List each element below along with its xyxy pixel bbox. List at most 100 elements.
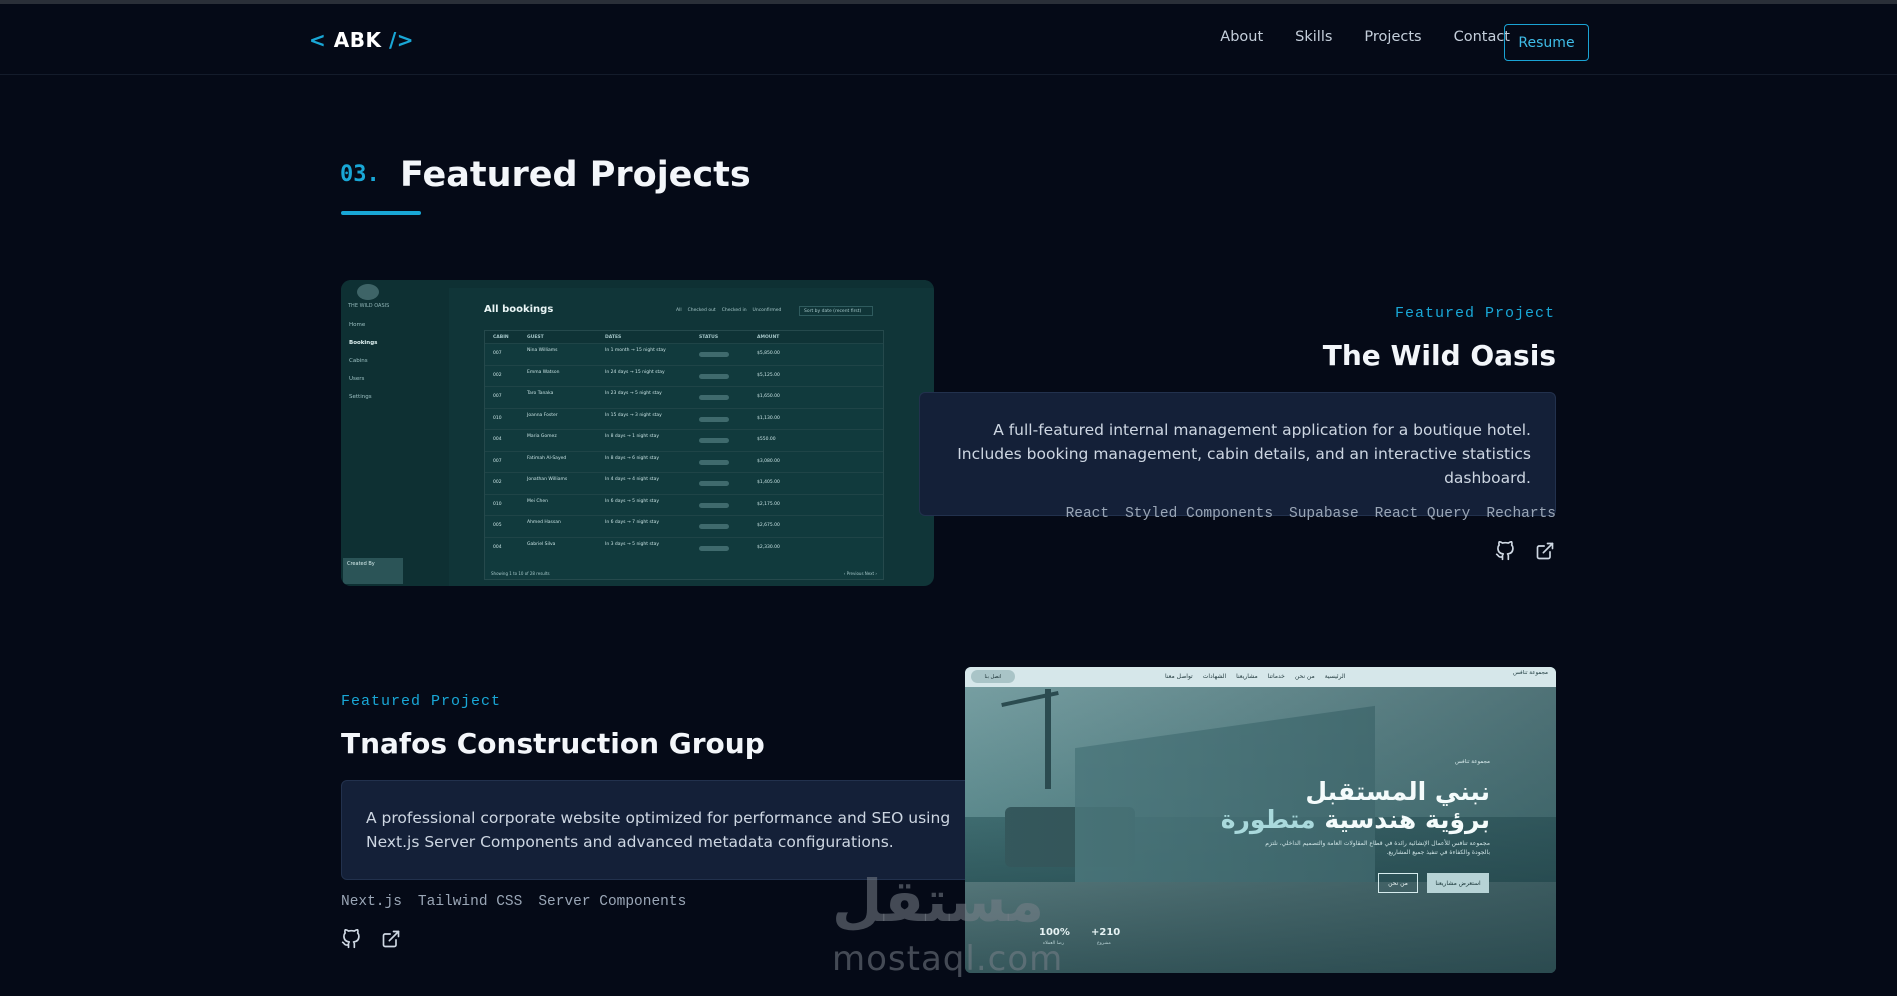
booking-dates: In 1 month → 15 night stay: [605, 348, 666, 353]
project-links: [1495, 541, 1555, 561]
logo-bracket-open: <: [309, 28, 327, 52]
booking-amount: $5,850.00: [757, 351, 780, 356]
booking-status-badge: [699, 502, 729, 508]
booking-cabin: 007: [493, 458, 502, 464]
booking-row: 007 Nina Williams In 1 month → 15 night st…: [485, 343, 883, 364]
booking-guest: Taro Tanaka: [527, 391, 554, 396]
site-nav-item: الشهادات: [1202, 673, 1227, 680]
booking-amount: $3,080.00: [757, 458, 780, 464]
booking-dates: In 3 days → 5 night stay: [605, 541, 659, 547]
section-title: Featured Projects: [400, 155, 751, 195]
project-screenshot-tnafos[interactable]: اتصل بنا تواصل معنا الشهادات مشاريعنا خد…: [965, 667, 1556, 973]
resume-button[interactable]: Resume: [1504, 24, 1589, 61]
tag: Supabase: [1289, 506, 1359, 522]
booking-amount: $1,405.00: [757, 480, 780, 485]
booking-status-badge: [699, 373, 729, 379]
nav-link-skills[interactable]: Skills: [1295, 29, 1332, 45]
hero-stat-value: +210: [1091, 927, 1121, 938]
hero-headline-2b: متطورة: [1220, 805, 1316, 834]
booking-cabin: 002: [493, 372, 502, 378]
booking-guest: Gabriel Silva: [527, 541, 556, 547]
section-underline: [341, 211, 421, 215]
filter-all: All: [676, 308, 682, 313]
booking-amount: $550.00: [757, 437, 776, 442]
dashboard-created-by: Created By: [343, 558, 403, 584]
site-nav-item: خدماتنا: [1267, 673, 1285, 680]
bookings-footer: Showing 1 to 10 of 28 results: [491, 571, 550, 576]
booking-status-badge: [699, 352, 729, 357]
booking-dates: In 6 days → 7 night stay: [605, 520, 659, 525]
external-link-icon[interactable]: [381, 929, 401, 949]
dashboard-nav-cabins: Cabins: [349, 358, 368, 364]
booking-guest: Ahmed Hassan: [527, 520, 561, 525]
project-eyebrow: Featured Project: [1394, 305, 1555, 322]
dashboard-topbar: [449, 280, 934, 288]
site-logo[interactable]: < ABK />: [309, 28, 414, 52]
watermark-arabic: مستقل: [832, 867, 1045, 935]
booking-row: 004 Maria Gomez In 8 days → 1 night stay $5…: [485, 429, 883, 450]
booking-row: 002 Jonathan Williams In 4 days → 4 night …: [485, 472, 883, 493]
booking-amount: $1,130.00: [757, 415, 780, 421]
booking-guest: Jonathan Williams: [527, 477, 568, 482]
col-guest: GUEST: [527, 335, 544, 340]
booking-amount: $2,330.00: [757, 544, 780, 550]
site-brand: مجموعة تنافس: [1512, 670, 1548, 676]
project-title: The Wild Oasis: [1322, 339, 1556, 372]
project-eyebrow: Featured Project: [341, 693, 502, 710]
section-number: 03.: [340, 162, 380, 187]
project-screenshot-wild-oasis[interactable]: THE WILD OASIS Home Bookings Cabins User…: [341, 280, 934, 586]
booking-status-badge: [699, 395, 729, 400]
dashboard-filters: All Checked out Checked in Unconfirmed: [676, 308, 781, 313]
booking-guest: Mei Chen: [527, 498, 548, 504]
bookings-table: CABIN GUEST DATES STATUS AMOUNT Showing …: [484, 330, 884, 580]
dashboard-heading: All bookings: [484, 304, 554, 315]
booking-row: 007 Fatimah Al-Sayed In 8 days → 6 night s…: [485, 450, 883, 472]
booking-cabin: 005: [493, 523, 502, 528]
filter-checked-in: Checked in: [721, 308, 747, 313]
project-description: A professional corporate website optimiz…: [341, 780, 980, 880]
booking-guest: Joanna Foster: [527, 412, 558, 418]
col-amount: AMOUNT: [757, 335, 780, 340]
tag: Tailwind CSS: [417, 894, 523, 910]
hero-kicker: مجموعة تنافس: [1454, 759, 1490, 765]
booking-dates: In 23 days → 5 night stay: [605, 391, 662, 396]
booking-status-badge: [699, 545, 729, 551]
booking-amount: $1,650.00: [757, 394, 780, 399]
booking-cabin: 004: [493, 544, 502, 550]
nav-link-about[interactable]: About: [1220, 29, 1263, 45]
hero-stat-label: مشروع: [1097, 941, 1111, 946]
tag: Styled Components: [1125, 506, 1274, 522]
nav-links: About Skills Projects Contact: [1220, 29, 1510, 45]
project-tags: Next.js Tailwind CSS Server Components: [341, 894, 686, 910]
hero-headline-2: برؤية هندسية متطورة: [1221, 805, 1490, 834]
hero-headline-2a: برؤية هندسية: [1324, 805, 1490, 834]
dashboard-nav-home: Home: [349, 322, 366, 328]
project-links: [341, 929, 401, 949]
nav-link-projects[interactable]: Projects: [1364, 29, 1421, 45]
booking-amount: $5,125.00: [757, 372, 780, 378]
nav-link-contact[interactable]: Contact: [1454, 29, 1510, 45]
hero-about-button: من نحن: [1378, 873, 1418, 893]
booking-dates: In 4 days → 4 night stay: [605, 477, 659, 482]
filter-checked-out: Checked out: [687, 308, 716, 313]
hero-headline-1: نبني المستقبل: [1305, 777, 1490, 806]
booking-cabin: 010: [493, 415, 502, 421]
hero-paragraph: مجموعة تنافس للأعمال الإنشائية رائدة في …: [1265, 840, 1490, 856]
dashboard-nav-bookings: Bookings: [349, 340, 378, 346]
github-icon[interactable]: [1495, 541, 1515, 561]
booking-row: 007 Taro Tanaka In 23 days → 5 night stay $…: [485, 386, 883, 407]
booking-cabin: 002: [493, 480, 502, 485]
github-icon[interactable]: [341, 929, 361, 949]
watermark-latin: mostaql.com: [832, 939, 1064, 979]
booking-cabin: 010: [493, 501, 502, 507]
booking-dates: In 24 days → 15 night stay: [605, 369, 665, 375]
tag: Server Components: [538, 894, 687, 910]
filter-unconfirmed: Unconfirmed: [752, 308, 782, 313]
booking-cabin: 004: [493, 437, 502, 442]
site-contact-button: اتصل بنا: [971, 670, 1015, 683]
col-dates: DATES: [605, 335, 622, 340]
logo-bracket-close: />: [388, 28, 414, 52]
booking-row: 004 Gabriel Silva In 3 days → 5 night stay…: [485, 536, 883, 558]
external-link-icon[interactable]: [1535, 541, 1555, 561]
dashboard-nav-users: Users: [349, 376, 365, 382]
